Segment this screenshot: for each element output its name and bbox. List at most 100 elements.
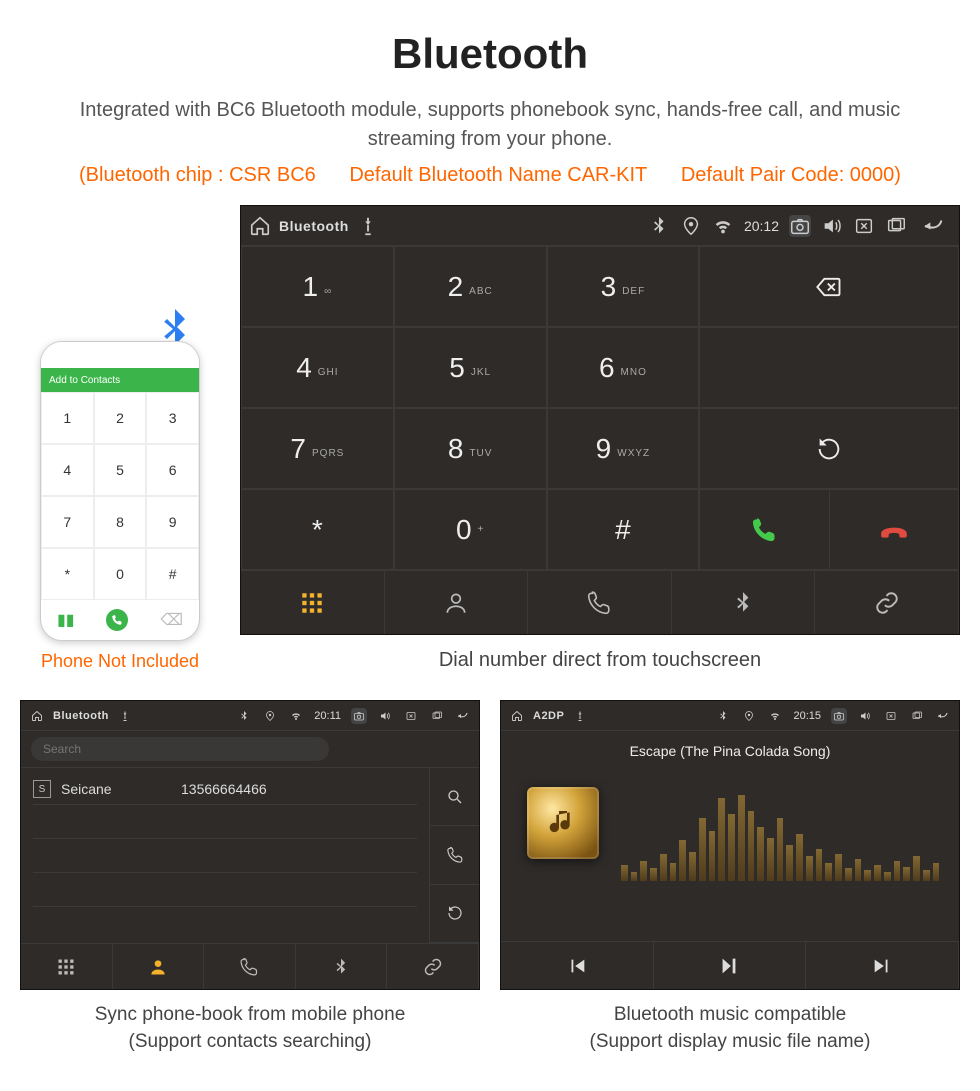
screenshot-icon[interactable] [831, 708, 847, 724]
statusbar-time: 20:15 [793, 710, 821, 722]
key-2[interactable]: 2ABC [394, 246, 547, 327]
home-icon[interactable] [509, 708, 525, 724]
music-controls [501, 941, 959, 989]
music-body: Escape (The Pina Colada Song) [501, 731, 959, 941]
screenshot-icon[interactable] [789, 215, 811, 237]
key-1[interactable]: 1∞ [241, 246, 394, 327]
nav-bluetooth[interactable] [672, 571, 816, 634]
wifi-icon [288, 708, 304, 724]
nav-pair[interactable] [387, 944, 479, 989]
spec-line: (Bluetooth chip : CSR BC6 Default Blueto… [20, 164, 960, 187]
refresh-contacts-button[interactable] [430, 885, 479, 943]
nav-history[interactable] [528, 571, 672, 634]
page-subtitle: Integrated with BC6 Bluetooth module, su… [60, 96, 920, 154]
call-contact-button[interactable] [430, 826, 479, 884]
usb-icon [357, 215, 379, 237]
hangup-button[interactable] [830, 490, 958, 569]
spec-chip: (Bluetooth chip : CSR BC6 [79, 164, 316, 186]
wifi-icon [712, 215, 734, 237]
close-app-icon[interactable] [403, 708, 419, 724]
music-caption: Bluetooth music compatible (Support disp… [500, 1002, 960, 1055]
key-4[interactable]: 4GHI [241, 327, 394, 408]
usb-icon [117, 708, 133, 724]
phone-bar-label: Add to Contacts [49, 375, 120, 386]
key-9[interactable]: 9WXYZ [547, 408, 700, 489]
volume-icon[interactable] [821, 215, 843, 237]
home-icon[interactable] [29, 708, 45, 724]
play-pause-button[interactable] [654, 942, 807, 989]
redial-button[interactable] [699, 408, 959, 489]
key-3[interactable]: 3DEF [547, 246, 700, 327]
nav-pair[interactable] [815, 571, 959, 634]
contact-number: 13566664466 [181, 781, 267, 797]
recent-apps-icon[interactable] [429, 708, 445, 724]
search-button[interactable] [430, 768, 479, 826]
page-title: Bluetooth [20, 30, 960, 78]
music-panel: A2DP 20:15 [500, 700, 960, 990]
volume-icon[interactable] [377, 708, 393, 724]
statusbar-title: Bluetooth [53, 710, 109, 722]
contacts-panel: Bluetooth 20:11 [20, 700, 480, 990]
usb-icon [572, 708, 588, 724]
contacts-statusbar: Bluetooth 20:11 [21, 701, 479, 731]
contacts-caption: Sync phone-book from mobile phone (Suppo… [20, 1002, 480, 1055]
call-button[interactable] [700, 490, 829, 569]
next-button[interactable] [806, 942, 959, 989]
back-icon[interactable] [935, 708, 951, 724]
back-icon[interactable] [455, 708, 471, 724]
key-star[interactable]: * [241, 489, 394, 570]
key-hash[interactable]: # [547, 489, 700, 570]
bt-status-icon [236, 708, 252, 724]
dialer-statusbar: Bluetooth 20:12 [241, 206, 959, 246]
dialer-panel: Bluetooth 20:12 [240, 205, 960, 635]
search-input[interactable] [31, 737, 329, 761]
statusbar-time: 20:11 [314, 710, 341, 722]
nav-contacts[interactable] [113, 944, 205, 989]
prev-button[interactable] [501, 942, 654, 989]
volume-icon[interactable] [857, 708, 873, 724]
statusbar-time: 20:12 [744, 218, 779, 234]
screenshot-icon[interactable] [351, 708, 367, 724]
location-icon [262, 708, 278, 724]
empty-cell [699, 327, 959, 408]
home-icon[interactable] [249, 215, 271, 237]
key-7[interactable]: 7PQRS [241, 408, 394, 489]
phone-caption: Phone Not Included [20, 651, 220, 672]
bt-status-icon [648, 215, 670, 237]
contact-list[interactable]: S Seicane 13566664466 [21, 768, 429, 943]
nav-keypad[interactable] [21, 944, 113, 989]
backspace-button[interactable] [699, 246, 959, 327]
dialer-caption: Dial number direct from touchscreen [240, 649, 960, 672]
contacts-nav [21, 943, 479, 989]
close-app-icon[interactable] [853, 215, 875, 237]
back-icon[interactable] [917, 215, 951, 237]
spec-pair: Default Pair Code: 0000) [681, 164, 901, 186]
track-title: Escape (The Pina Colada Song) [630, 743, 831, 759]
recent-apps-icon[interactable] [885, 215, 907, 237]
nav-contacts[interactable] [385, 571, 529, 634]
key-0[interactable]: 0+ [394, 489, 547, 570]
key-8[interactable]: 8TUV [394, 408, 547, 489]
search-row [21, 731, 479, 768]
nav-keypad[interactable] [241, 571, 385, 634]
phone-mock: Add to Contacts 123 456 789 *0# ▮▮ ⌫ [40, 341, 200, 641]
nav-bluetooth[interactable] [296, 944, 388, 989]
album-art [527, 787, 599, 859]
key-5[interactable]: 5JKL [394, 327, 547, 408]
contact-item[interactable]: S Seicane 13566664466 [33, 774, 417, 805]
phone-illustration: Add to Contacts 123 456 789 *0# ▮▮ ⌫ Pho… [20, 341, 220, 672]
contact-name: Seicane [61, 781, 171, 797]
nav-history[interactable] [204, 944, 296, 989]
statusbar-title: Bluetooth [279, 218, 349, 234]
music-statusbar: A2DP 20:15 [501, 701, 959, 731]
close-app-icon[interactable] [883, 708, 899, 724]
spec-name: Default Bluetooth Name CAR-KIT [349, 164, 647, 186]
key-6[interactable]: 6MNO [547, 327, 700, 408]
side-actions [429, 768, 479, 943]
location-icon [680, 215, 702, 237]
dialer-nav [241, 570, 959, 634]
statusbar-title: A2DP [533, 710, 564, 722]
recent-apps-icon[interactable] [909, 708, 925, 724]
wifi-icon [767, 708, 783, 724]
call-actions [699, 489, 959, 570]
